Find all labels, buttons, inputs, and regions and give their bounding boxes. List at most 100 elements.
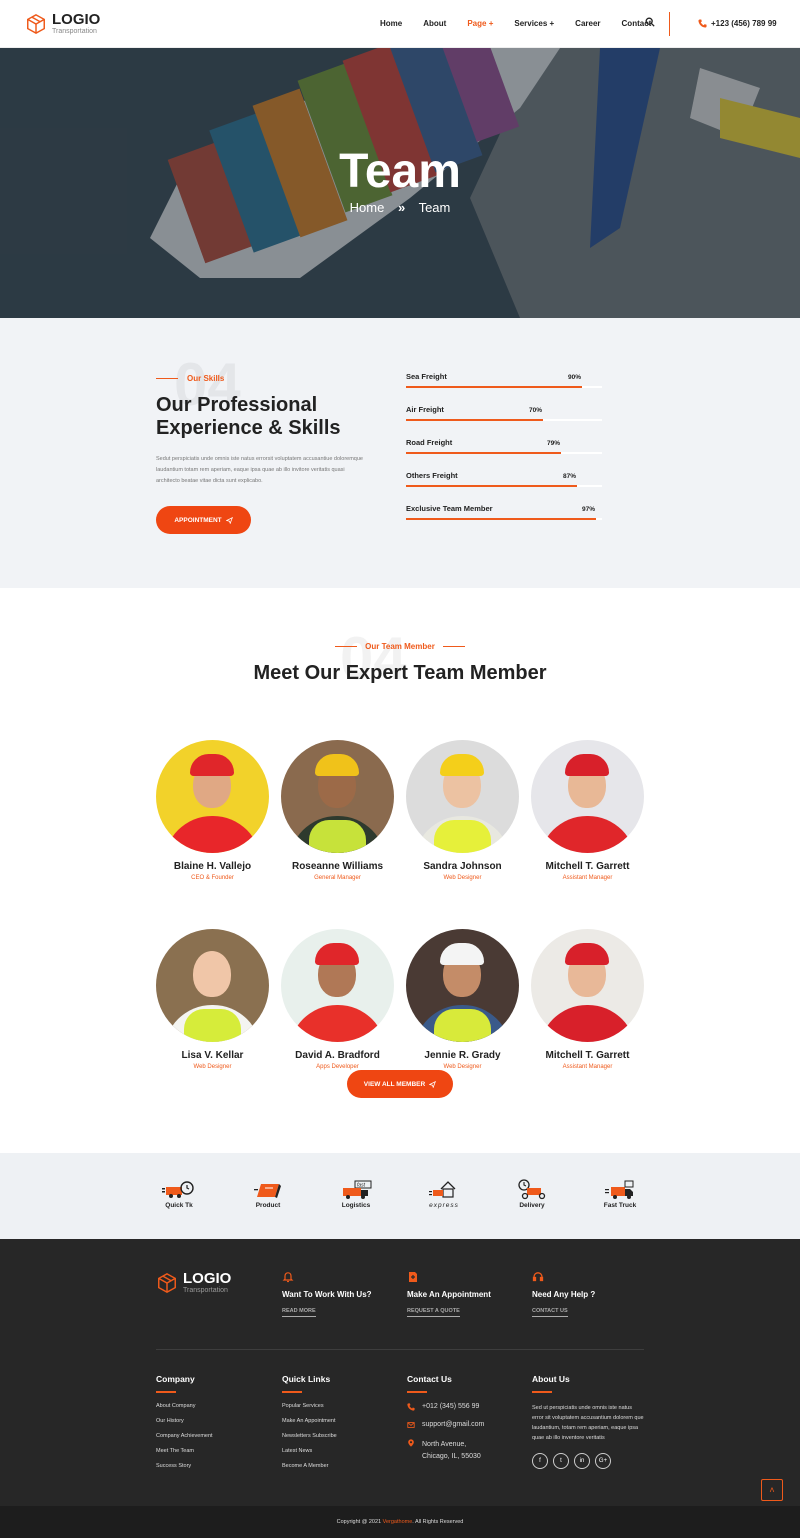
breadcrumb-current: Team — [418, 200, 451, 215]
footer-link[interactable]: Success Story — [156, 1463, 276, 1469]
member-body — [164, 816, 261, 853]
breadcrumb-home[interactable]: Home — [350, 200, 385, 215]
footer-link[interactable]: Latest News — [282, 1448, 402, 1454]
footer-link[interactable]: Our History — [156, 1418, 276, 1424]
title-underline — [407, 1391, 427, 1393]
footer-quick-links: Quick Links Popular Services Make An App… — [282, 1374, 402, 1478]
member-photo — [406, 740, 519, 853]
team-member-card[interactable]: Mitchell T. Garrett Assistant Manager — [531, 740, 644, 881]
send-icon — [429, 1080, 437, 1088]
team-member-card[interactable]: Jennie R. Grady Web Designer — [406, 929, 519, 1070]
appointment-button[interactable]: APPOINTMENT — [156, 506, 251, 534]
member-helmet — [315, 943, 359, 965]
member-name: Mitchell T. Garrett — [545, 861, 630, 872]
nav-career[interactable]: Career — [575, 19, 600, 28]
member-name: Jennie R. Grady — [424, 1050, 501, 1061]
contact-address: North Avenue, Chicago, IL, 55030 — [407, 1439, 527, 1463]
footer-link[interactable]: Meet The Team — [156, 1448, 276, 1454]
team-member-card[interactable]: Lisa V. Kellar Web Designer — [156, 929, 269, 1070]
skill-bar-label: Others Freight — [406, 471, 458, 480]
member-helmet — [440, 754, 484, 776]
footer-link[interactable]: Newsletters Subscribe — [282, 1433, 402, 1439]
brand-quick-tk[interactable]: Quick Tk — [149, 1179, 209, 1209]
header-phone[interactable]: +123 (456) 789 99 — [698, 19, 777, 28]
brand-label: Quick Tk — [165, 1202, 193, 1209]
member-name: Mitchell T. Garrett — [545, 1050, 630, 1061]
nav-home[interactable]: Home — [380, 19, 402, 28]
facebook-icon[interactable]: f — [532, 1453, 548, 1469]
site-footer: LOGIO Transportation Want To Work With U… — [0, 1239, 800, 1506]
team-grid: Blaine H. Vallejo CEO & Founder Roseanne W… — [156, 740, 644, 1070]
nav-services[interactable]: Services + — [514, 19, 554, 28]
title-underline — [156, 1391, 176, 1393]
contact-phone[interactable]: +012 (345) 556 99 — [407, 1403, 527, 1411]
member-role: Assistant Manager — [562, 1064, 613, 1070]
contact-us-link[interactable]: CONTACT US — [532, 1308, 568, 1317]
footer-link[interactable]: Become A Member — [282, 1463, 402, 1469]
cta-work-with-us: Want To Work With Us? READ MORE — [282, 1271, 407, 1317]
footer-contact: Contact Us +012 (345) 556 99 support@gma… — [407, 1374, 527, 1473]
view-all-member-button[interactable]: VIEW ALL MEMBER — [347, 1070, 453, 1098]
cta-title: Make An Appointment — [407, 1290, 491, 1299]
member-photo — [156, 929, 269, 1042]
scroll-to-top-button[interactable]: ˄ — [761, 1479, 783, 1501]
breadcrumb-separator: » — [397, 200, 406, 215]
skill-bar-track — [406, 485, 602, 487]
brand-express[interactable]: express — [414, 1179, 474, 1209]
team-member-card[interactable]: Sandra Johnson Web Designer — [406, 740, 519, 881]
footer-link[interactable]: About Company — [156, 1403, 276, 1409]
footer-contact-title: Contact Us — [407, 1374, 452, 1384]
phone-icon — [407, 1403, 415, 1411]
member-name: Blaine H. Vallejo — [173, 861, 252, 872]
nav-page[interactable]: Page + — [467, 19, 493, 28]
box-logo-icon — [158, 1272, 176, 1293]
brand-delivery[interactable]: Delivery — [502, 1179, 562, 1209]
truck-clock-icon — [162, 1181, 194, 1198]
footer-logo-name: LOGIO — [183, 1270, 232, 1287]
skill-bar-percent: 87% — [563, 473, 577, 480]
footer-link[interactable]: Company Achievement — [156, 1433, 276, 1439]
address-line-2: Chicago, IL, 55030 — [422, 1453, 481, 1460]
footer-logo[interactable]: LOGIO Transportation — [156, 1271, 231, 1294]
team-section: 04 Our Team Member Meet Our Expert Team … — [0, 588, 800, 1153]
skill-bar-label: Exclusive Team Member — [406, 504, 493, 513]
member-photo — [281, 740, 394, 853]
team-member-card[interactable]: Blaine H. Vallejo CEO & Founder — [156, 740, 269, 881]
instagram-icon[interactable]: in — [574, 1453, 590, 1469]
copyright-suffix: . All Rights Reserved — [412, 1519, 464, 1525]
footer-link[interactable]: Popular Services — [282, 1403, 402, 1409]
footer-link[interactable]: Make An Appointment — [282, 1418, 402, 1424]
member-photo — [406, 929, 519, 1042]
search-icon[interactable] — [645, 17, 655, 27]
team-member-card[interactable]: Roseanne Williams General Manager — [281, 740, 394, 881]
brand-fast-truck[interactable]: Fast Truck — [590, 1179, 650, 1209]
brand-logistics[interactable]: fast Logistics — [326, 1179, 386, 1209]
social-links: f t in G+ — [532, 1453, 644, 1469]
logo[interactable]: LOGIO Transportation — [25, 12, 100, 35]
skill-bar-fill — [406, 485, 577, 487]
skills-section: 04 Our Skills Our Professional Experienc… — [0, 318, 800, 588]
brand-product[interactable]: Product — [238, 1179, 298, 1209]
contact-email[interactable]: support@gmail.com — [407, 1421, 527, 1429]
copyright-brand-link[interactable]: Vergathome — [383, 1519, 413, 1525]
skill-bar-label: Road Freight — [406, 438, 453, 447]
twitter-icon[interactable]: t — [553, 1453, 569, 1469]
member-vest — [309, 820, 366, 853]
member-head — [193, 951, 231, 997]
team-member-card[interactable]: Mitchell T. Garrett Assistant Manager — [531, 929, 644, 1070]
fast-truck-icon: fast — [343, 1180, 372, 1199]
team-member-card[interactable]: David A. Bradford Apps Developer — [281, 929, 394, 1070]
skill-bar-track — [406, 386, 602, 388]
google-plus-icon[interactable]: G+ — [595, 1453, 611, 1469]
contact-phone-text: +012 (345) 556 99 — [422, 1403, 480, 1410]
read-more-link[interactable]: READ MORE — [282, 1308, 316, 1317]
nav-about[interactable]: About — [423, 19, 446, 28]
request-quote-link[interactable]: REQUEST A QUOTE — [407, 1308, 460, 1317]
site-header: LOGIO Transportation Home About Page + S… — [0, 0, 800, 48]
kicker-line-left — [335, 646, 358, 647]
express-house-icon — [429, 1181, 456, 1198]
member-helmet — [565, 754, 609, 776]
skill-bar: Road Freight 79% — [406, 436, 602, 469]
cta-title: Want To Work With Us? — [282, 1290, 372, 1299]
skill-bar-label: Air Freight — [406, 405, 444, 414]
